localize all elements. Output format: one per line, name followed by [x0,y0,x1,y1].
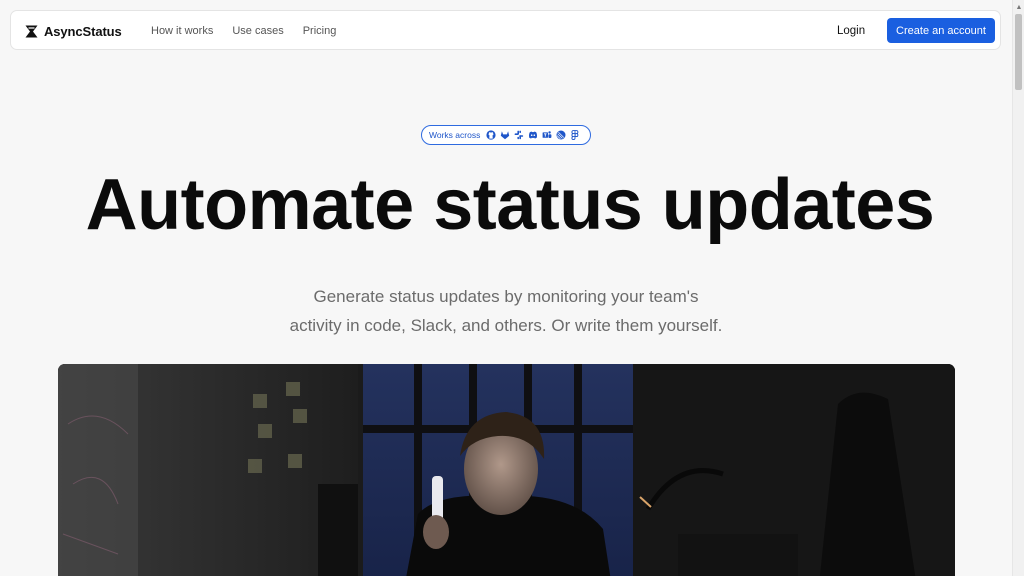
page: AsyncStatus How it works Use cases Prici… [0,0,1012,576]
works-across-badge: Works across [421,125,591,145]
hero-subtitle-line-1: Generate status updates by monitoring yo… [313,287,699,306]
works-across-label: Works across [429,130,481,140]
microsoft-teams-icon [542,131,552,138]
scroll-up-arrow-icon[interactable]: ▲ [1013,0,1024,14]
hero-subtitle: Generate status updates by monitoring yo… [0,282,1012,340]
top-navigation-bar: AsyncStatus How it works Use cases Prici… [10,10,1001,50]
hero-title: Automate status updates [85,165,935,245]
brand-logo[interactable]: AsyncStatus [25,11,122,51]
hero-subtitle-line-2: activity in code, Slack, and others. Or … [289,316,723,335]
login-link[interactable]: Login [837,11,865,51]
hero-photo [58,364,955,576]
vertical-scrollbar[interactable]: ▲ [1012,0,1024,576]
figma-icon [571,130,579,140]
hourglass-x-logo-icon [25,25,38,37]
scrollbar-thumb[interactable] [1015,14,1022,90]
hero-photo-illustration [58,364,955,576]
github-icon [486,130,496,140]
slack-icon [514,130,524,140]
nav-links: How it works Use cases Pricing [151,11,336,51]
gitlab-icon [501,131,510,140]
nav-link-use-cases[interactable]: Use cases [232,25,283,37]
brand-name: AsyncStatus [44,23,122,39]
nav-link-pricing[interactable]: Pricing [303,25,337,37]
discord-icon [529,131,538,139]
create-account-button[interactable]: Create an account [887,18,995,43]
linear-icon [556,130,566,140]
nav-link-how-it-works[interactable]: How it works [151,25,213,37]
